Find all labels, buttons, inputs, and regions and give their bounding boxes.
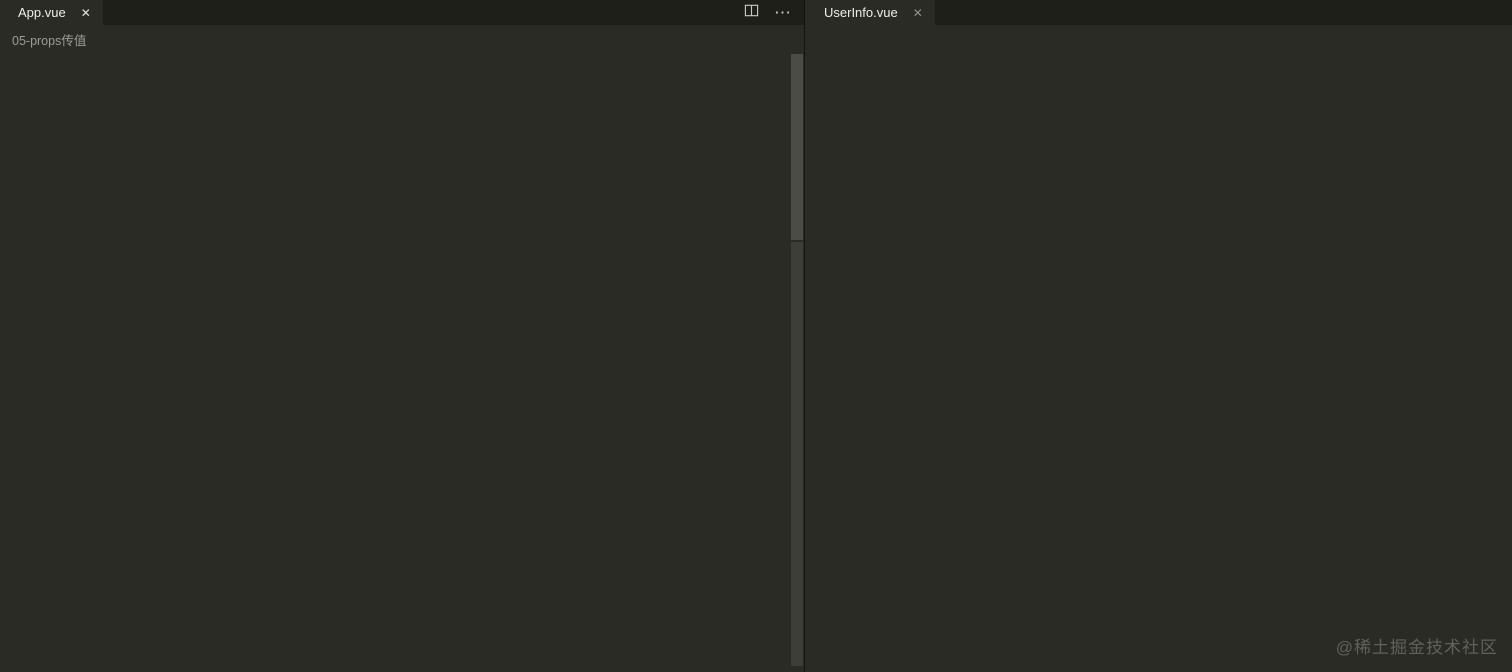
tab-title: App.vue	[18, 5, 66, 20]
breadcrumb-label: 05-props传值	[12, 34, 87, 48]
tab-bar: App.vue ✕ ⋯	[0, 0, 804, 25]
tab-app-vue[interactable]: App.vue ✕	[0, 0, 103, 25]
scrollbar-track	[791, 242, 803, 666]
tab-userinfo-vue[interactable]: UserInfo.vue ✕	[806, 0, 935, 25]
breadcrumb-item[interactable]: 05-props传值	[12, 30, 86, 49]
editor-pane-userinfo-vue: UserInfo.vue ✕	[806, 0, 1512, 672]
more-actions-icon[interactable]: ⋯	[774, 4, 792, 21]
breadcrumb	[806, 25, 1512, 54]
close-tab-icon[interactable]: ✕	[81, 6, 91, 20]
scrollbar[interactable]	[791, 54, 803, 672]
breadcrumb: 05-props传值	[0, 25, 804, 54]
split-editor-icon[interactable]	[744, 3, 759, 23]
scrollbar-thumb[interactable]	[791, 54, 803, 240]
tab-title: UserInfo.vue	[824, 5, 898, 20]
editor-pane-app-vue: App.vue ✕ ⋯ 05-props传值	[0, 0, 805, 672]
watermark: @稀土掘金技术社区	[1335, 638, 1498, 657]
tab-bar: UserInfo.vue ✕	[806, 0, 1512, 25]
close-tab-icon[interactable]: ✕	[913, 6, 923, 20]
editor-actions: ⋯	[744, 0, 792, 25]
